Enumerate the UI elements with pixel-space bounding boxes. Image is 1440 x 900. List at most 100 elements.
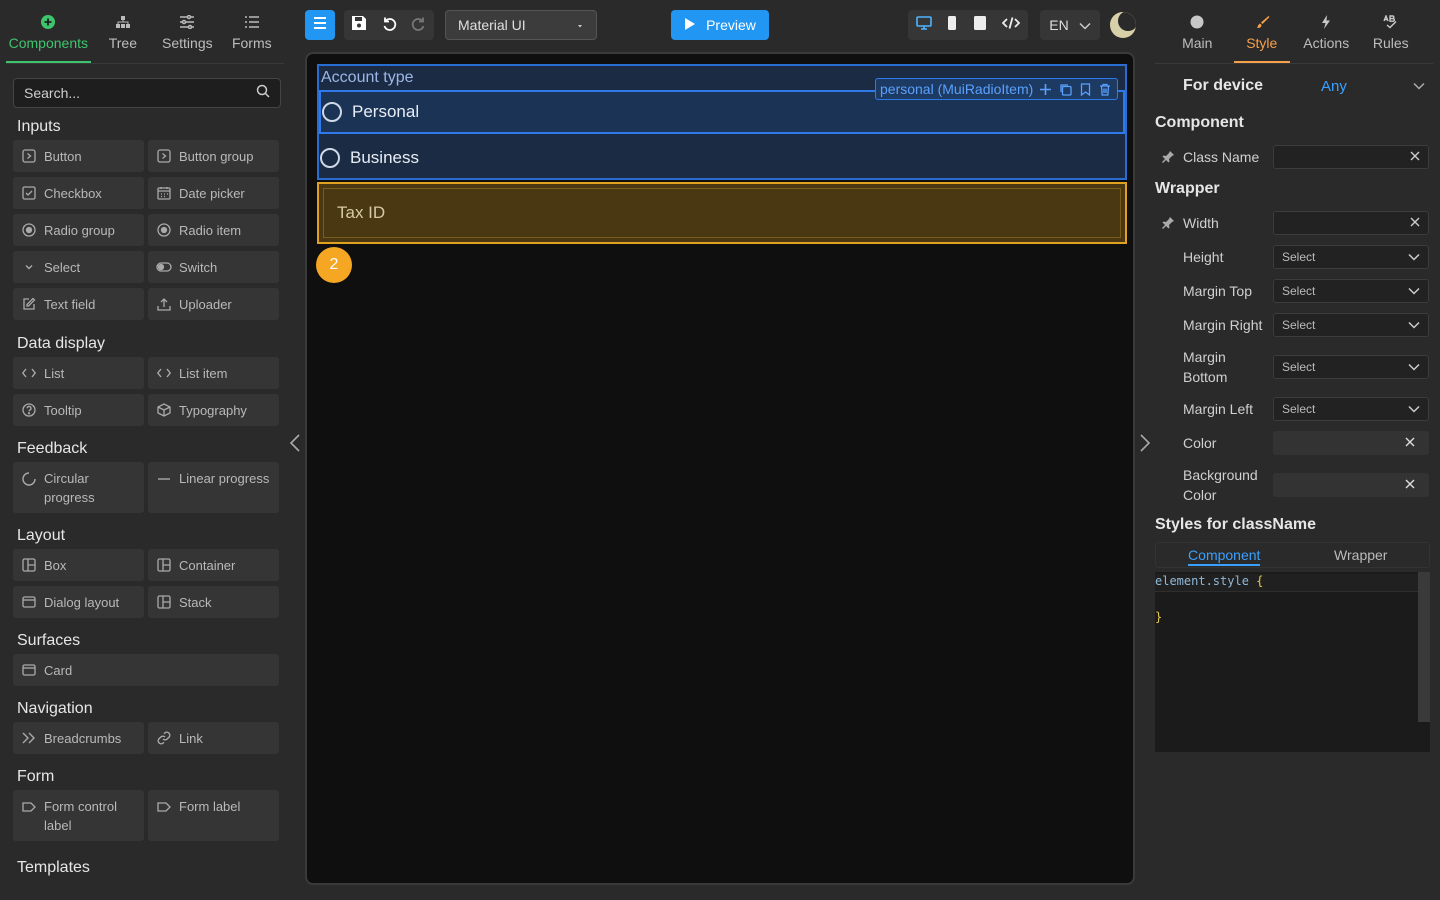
device-selector[interactable]: For device Any: [1155, 70, 1433, 102]
height-select[interactable]: Select: [1273, 245, 1429, 269]
radio-group-label: Account type: [321, 69, 414, 86]
collapse-right-panel-button[interactable]: [1138, 432, 1154, 454]
dark-mode-toggle[interactable]: [1110, 12, 1136, 38]
tab-components[interactable]: Components: [6, 8, 91, 63]
height-label: Height: [1183, 249, 1224, 265]
margin-top-select[interactable]: Select: [1273, 279, 1429, 303]
code-line: }: [1155, 610, 1430, 628]
section-inputs: Inputs Button Button group Checkbox Date…: [0, 112, 288, 320]
select-value: Select: [1282, 318, 1316, 332]
selected-element-label[interactable]: personal (MuiRadioItem): [880, 81, 1033, 97]
component-button-group[interactable]: Button group: [148, 140, 279, 172]
undo-button[interactable]: [374, 10, 404, 40]
cube-icon: [156, 402, 172, 418]
background-color-picker[interactable]: [1273, 473, 1429, 497]
clear-icon[interactable]: [1405, 434, 1415, 452]
window-icon: [21, 662, 37, 678]
component-typography[interactable]: Typography: [148, 394, 279, 426]
tab-actions[interactable]: Actions: [1298, 8, 1354, 63]
radio-item-business[interactable]: Business: [319, 138, 1125, 178]
theme-select[interactable]: Material UI: [445, 10, 597, 40]
width-input[interactable]: [1273, 211, 1429, 235]
tab-tree[interactable]: Tree: [91, 8, 155, 63]
component-switch[interactable]: Switch: [148, 251, 279, 283]
search-icon[interactable]: [256, 84, 270, 103]
redo-button[interactable]: [404, 10, 434, 40]
component-tooltip[interactable]: Tooltip: [13, 394, 144, 426]
component-dialog-layout[interactable]: Dialog layout: [13, 586, 144, 618]
save-button[interactable]: [344, 10, 374, 40]
tab-wrapper-styles[interactable]: Wrapper: [1293, 543, 1430, 567]
component-container[interactable]: Container: [148, 549, 279, 581]
component-breadcrumbs[interactable]: Breadcrumbs: [13, 722, 144, 754]
pin-icon[interactable]: [1161, 150, 1175, 164]
component-linear-progress[interactable]: Linear progress: [148, 462, 279, 513]
component-card[interactable]: Card: [13, 654, 279, 686]
component-list[interactable]: List: [13, 357, 144, 389]
tab-main[interactable]: Main: [1169, 8, 1225, 63]
tab-style[interactable]: Style: [1233, 8, 1290, 63]
clear-icon[interactable]: [1405, 476, 1415, 494]
component-text-field[interactable]: Text field: [13, 288, 144, 320]
component-label: Breadcrumbs: [44, 730, 122, 746]
component-radio-group[interactable]: Radio group: [13, 214, 144, 246]
pin-icon[interactable]: [1161, 216, 1175, 230]
tab-style-label: Style: [1246, 35, 1278, 51]
css-code-editor[interactable]: element.style { }: [1155, 572, 1430, 752]
component-uploader[interactable]: Uploader: [148, 288, 279, 320]
checkbox-icon: [21, 185, 37, 201]
tree-icon: [91, 11, 155, 33]
collapse-left-panel-button[interactable]: [288, 432, 304, 454]
preview-button[interactable]: Preview: [671, 10, 769, 40]
code-scrollbar[interactable]: [1418, 572, 1430, 722]
clear-icon[interactable]: [1410, 216, 1420, 230]
text-field-tax-id[interactable]: Tax ID: [323, 188, 1121, 238]
clear-icon[interactable]: [1410, 150, 1420, 164]
menu-button[interactable]: [305, 10, 335, 40]
trash-icon[interactable]: [1097, 81, 1113, 97]
language-select[interactable]: EN: [1040, 10, 1100, 40]
tab-forms[interactable]: Forms: [220, 8, 284, 63]
color-picker[interactable]: [1273, 431, 1429, 455]
desktop-icon[interactable]: [915, 15, 932, 35]
component-date-picker[interactable]: Date picker: [148, 177, 279, 209]
component-radio-item[interactable]: Radio item: [148, 214, 279, 246]
tab-settings[interactable]: Settings: [155, 8, 219, 63]
code-icon[interactable]: [1001, 16, 1021, 35]
design-canvas[interactable]: Account type Personal Business personal …: [305, 52, 1135, 885]
tab-rules[interactable]: Rules: [1363, 8, 1419, 63]
history-button-group: [344, 10, 434, 40]
text-field-element[interactable]: Tax ID: [317, 182, 1127, 244]
copy-icon[interactable]: [1057, 81, 1073, 97]
notification-badge[interactable]: 2: [316, 247, 352, 283]
chevron-down-icon[interactable]: [1413, 77, 1425, 95]
chevron-down-icon: [1408, 284, 1420, 298]
margin-bottom-select[interactable]: Select: [1273, 355, 1429, 379]
component-list-item[interactable]: List item: [148, 357, 279, 389]
component-label: Button group: [179, 148, 254, 164]
section-layout: Layout Box Container Dialog layout Stack: [0, 521, 288, 618]
class-name-input[interactable]: [1273, 145, 1429, 169]
margin-right-select[interactable]: Select: [1273, 313, 1429, 337]
component-box[interactable]: Box: [13, 549, 144, 581]
margin-left-select[interactable]: Select: [1273, 397, 1429, 421]
component-checkbox[interactable]: Checkbox: [13, 177, 144, 209]
search-input[interactable]: [24, 85, 256, 101]
component-select[interactable]: Select: [13, 251, 144, 283]
add-icon[interactable]: [1037, 81, 1053, 97]
left-panel-tabs: Components Tree Settings Forms: [6, 8, 284, 64]
device-value[interactable]: Any: [1321, 78, 1347, 95]
phone-icon[interactable]: [947, 15, 957, 36]
component-stack[interactable]: Stack: [148, 586, 279, 618]
bookmark-icon[interactable]: [1077, 81, 1093, 97]
hamburger-icon: [312, 16, 328, 35]
component-form-control-label[interactable]: Form control label: [13, 790, 144, 841]
component-form-label[interactable]: Form label: [148, 790, 279, 841]
tablet-icon[interactable]: [973, 15, 987, 36]
chevron-down-icon: [1079, 17, 1091, 33]
component-circular-progress[interactable]: Circular progress: [13, 462, 144, 513]
radio-group-element[interactable]: Account type Personal Business personal …: [317, 64, 1127, 180]
tab-component-styles[interactable]: Component: [1156, 543, 1293, 567]
component-link[interactable]: Link: [148, 722, 279, 754]
component-button[interactable]: Button: [13, 140, 144, 172]
